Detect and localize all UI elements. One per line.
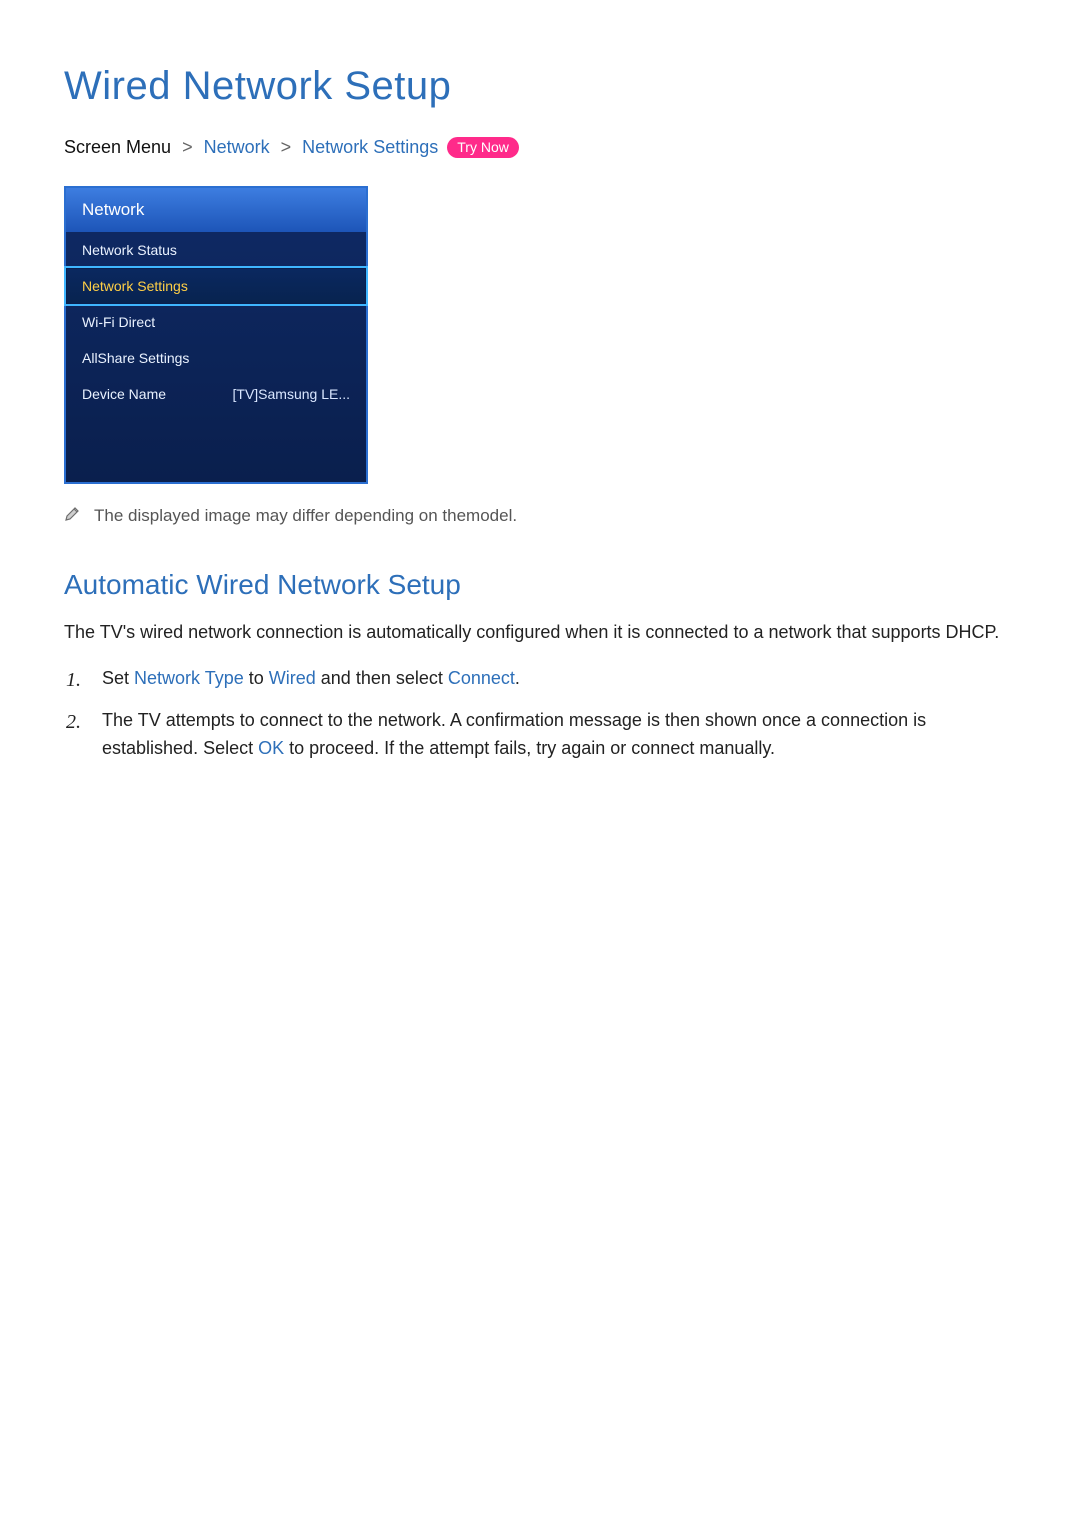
step-text: to [244,668,269,688]
step-text: Set [102,668,134,688]
step-text: . [515,668,520,688]
note-row: The displayed image may differ depending… [64,506,1016,527]
keyword-ok: OK [258,738,284,758]
tv-item-value: [TV]Samsung LE... [233,386,351,402]
breadcrumb-lead: Screen Menu [64,137,171,157]
tv-item-network-status[interactable]: Network Status [66,232,366,268]
tv-menu-panel: Network Network Status Network Settings … [64,186,368,484]
tv-item-label: Wi-Fi Direct [82,314,155,330]
step-text: and then select [316,668,448,688]
tv-panel-spacer [66,412,366,482]
pencil-icon [64,506,80,527]
breadcrumb-sep: > [281,137,292,157]
tv-item-label: Network Settings [82,278,188,294]
keyword-connect: Connect [448,668,515,688]
breadcrumb-network-settings[interactable]: Network Settings [302,137,438,157]
note-text: The displayed image may differ depending… [94,506,517,526]
section-title: Automatic Wired Network Setup [64,569,1016,601]
try-now-pill[interactable]: Try Now [447,137,519,158]
keyword-wired: Wired [269,668,316,688]
breadcrumb-network[interactable]: Network [204,137,270,157]
tv-item-label: Device Name [82,386,166,402]
tv-item-network-settings[interactable]: Network Settings [64,266,368,306]
breadcrumb: Screen Menu > Network > Network Settings… [64,137,1016,158]
tv-menu-title: Network [66,188,366,232]
tv-item-label: Network Status [82,242,177,258]
step-2: The TV attempts to connect to the networ… [64,707,1016,763]
page-title: Wired Network Setup [64,64,1016,109]
tv-item-wifi-direct[interactable]: Wi-Fi Direct [66,304,366,340]
tv-item-label: AllShare Settings [82,350,189,366]
breadcrumb-sep: > [182,137,193,157]
steps-list: Set Network Type to Wired and then selec… [64,665,1016,763]
tv-item-allshare-settings[interactable]: AllShare Settings [66,340,366,376]
keyword-network-type: Network Type [134,668,244,688]
step-text: to proceed. If the attempt fails, try ag… [284,738,775,758]
tv-item-device-name[interactable]: Device Name [TV]Samsung LE... [66,376,366,412]
section-intro: The TV's wired network connection is aut… [64,619,1016,647]
step-1: Set Network Type to Wired and then selec… [64,665,1016,693]
